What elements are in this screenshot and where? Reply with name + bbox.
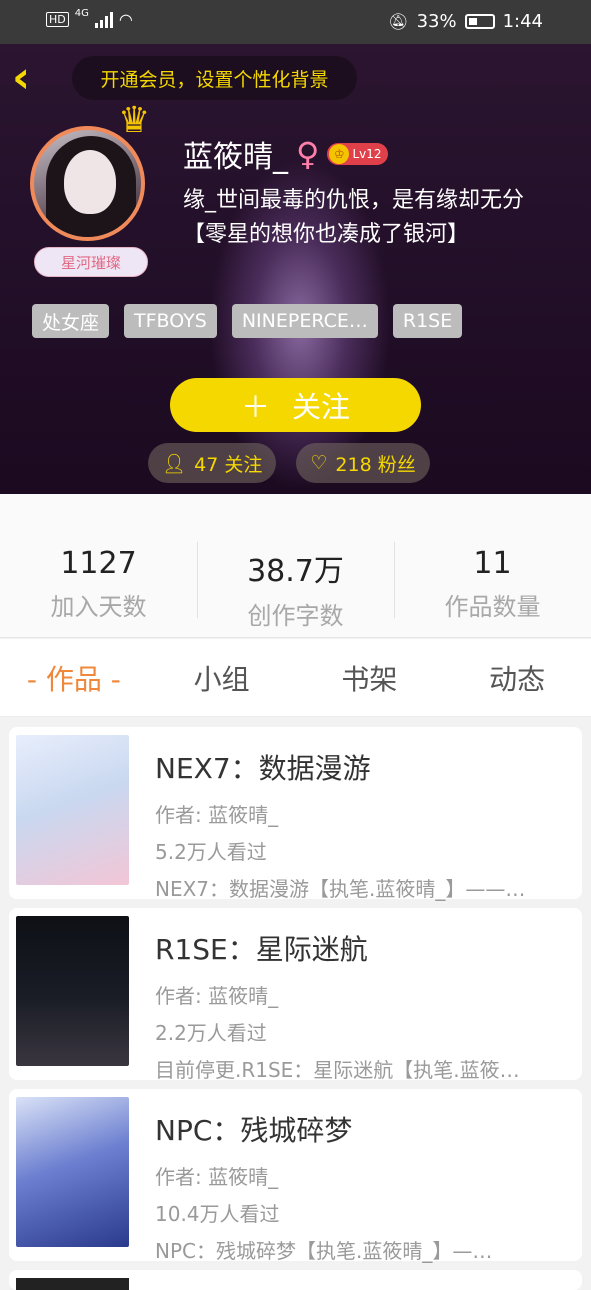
4g-icon: 4G [74, 8, 89, 19]
stat-value: 38.7万 [247, 554, 344, 589]
work-cover-image [16, 1097, 129, 1247]
stat-join-days: 1127 加入天数 [0, 494, 197, 637]
work-card[interactable]: R1SE：星际迷航 作者: 蓝筱晴_ 2.2万人看过 目前停更.R1SE：星际迷… [9, 908, 582, 1082]
signature-line-1: 缘_世间最毒的仇恨，是有缘却无分 [183, 188, 525, 213]
work-cover-image [16, 916, 129, 1066]
stats-row: 1127 加入天数 38.7万 创作字数 11 作品数量 [0, 494, 591, 638]
signature-line-2: 【零星的想你也凑成了银河】 [183, 222, 470, 247]
mute-icon: 🔕︎ [388, 12, 409, 31]
level-text: Lv12 [352, 147, 382, 161]
stat-label: 创作字数 [247, 602, 344, 630]
wifi-icon: ◠ [118, 10, 133, 29]
user-plus-icon: 👤︎ [162, 452, 187, 475]
plus-icon: ＋ [240, 390, 270, 424]
clock: 1:44 [502, 11, 543, 32]
work-cover-image [16, 735, 129, 885]
following-count: 47 关注 [194, 453, 263, 476]
work-views: 2.2万人看过 [155, 1021, 267, 1045]
stat-works-count: 11 作品数量 [394, 494, 591, 637]
crown-medal-icon: ♔ [329, 144, 350, 164]
fans-button[interactable]: ♡ 218 粉丝 [296, 443, 430, 483]
work-card[interactable]: NEX7：数据漫游 作者: 蓝筱晴_ 5.2万人看过 NEX7：数据漫游【执笔.… [9, 727, 582, 901]
battery-percent: 33% [416, 11, 457, 32]
works-list: NEX7：数据漫游 作者: 蓝筱晴_ 5.2万人看过 NEX7：数据漫游【执笔.… [0, 718, 591, 1290]
work-views: 10.4万人看过 [155, 1202, 280, 1226]
status-bar: HD 4G ◠ 🔕︎ 33% 1:44 [0, 0, 591, 44]
work-author: 作者: 蓝筱晴_ [155, 1165, 279, 1189]
tag-tfboys[interactable]: TFBOYS [124, 304, 217, 338]
work-title: NPC：残城碎梦 [155, 1114, 353, 1147]
work-summary: NPC：残城碎梦【执笔.蓝筱晴_】—… [155, 1239, 493, 1263]
hd-icon: HD [46, 12, 69, 27]
work-title: NEX7：数据漫游 [155, 752, 371, 785]
work-views: 5.2万人看过 [155, 840, 267, 864]
signature: 缘_世间最毒的仇恨，是有缘却无分 【零星的想你也凑成了银河】 [183, 184, 583, 252]
battery-icon [464, 14, 495, 29]
tag-r1se[interactable]: R1SE [392, 304, 463, 338]
work-title: R1SE：星际迷航 [155, 933, 368, 966]
stat-value: 11 [473, 546, 512, 581]
follow-label: 关注 [292, 390, 351, 424]
tab-works[interactable]: - 作品 - [0, 639, 148, 716]
signal-icon [94, 11, 113, 28]
stat-word-count: 38.7万 创作字数 [197, 494, 394, 637]
interest-tags: 处女座 TFBOYS NINEPERCE… R1SE [32, 304, 463, 338]
crown-icon: ♛ [118, 100, 151, 141]
work-card-partial[interactable] [9, 1270, 582, 1290]
work-author: 作者: 蓝筱晴_ [155, 803, 279, 827]
level-badge: ♔ Lv12 [327, 143, 388, 165]
avatar-badge: 星河璀璨 [34, 247, 148, 277]
tab-groups[interactable]: 小组 [148, 639, 296, 716]
tab-activity[interactable]: 动态 [443, 639, 591, 716]
follow-button[interactable]: ＋ 关注 [170, 378, 421, 432]
female-icon: ♀ [296, 135, 320, 173]
back-icon[interactable]: ‹ [12, 56, 48, 100]
heart-icon: ♡ [310, 452, 328, 474]
following-button[interactable]: 👤︎ 47 关注 [148, 443, 277, 483]
work-author: 作者: 蓝筱晴_ [155, 984, 279, 1008]
fans-count: 218 粉丝 [335, 453, 416, 476]
tag-ninepercent[interactable]: NINEPERCE… [231, 304, 378, 338]
stat-label: 加入天数 [50, 593, 147, 621]
avatar[interactable] [30, 126, 145, 241]
profile-header: ‹ 开通会员，设置个性化背景 ♛ 星河璀璨 蓝筱晴_ ♀ ♔ Lv12 缘_世间… [0, 44, 591, 494]
work-summary: NEX7：数据漫游【执笔.蓝筱晴_】——… [155, 877, 526, 901]
stat-label: 作品数量 [444, 593, 541, 621]
vip-background-prompt[interactable]: 开通会员，设置个性化背景 [72, 56, 357, 100]
stat-value: 1127 [60, 546, 137, 581]
tab-bookshelf[interactable]: 书架 [296, 639, 444, 716]
username-row: 蓝筱晴_ ♀ ♔ Lv12 [183, 132, 388, 176]
work-summary: 目前停更.R1SE：星际迷航【执笔.蓝筱… [155, 1058, 520, 1082]
tab-bar: - 作品 - 小组 书架 动态 [0, 639, 591, 717]
tag-zodiac[interactable]: 处女座 [32, 304, 110, 338]
social-counts: 👤︎ 47 关注 ♡ 218 粉丝 [148, 443, 430, 483]
avatar-face [64, 150, 116, 214]
username: 蓝筱晴_ [183, 140, 288, 175]
work-card[interactable]: NPC：残城碎梦 作者: 蓝筱晴_ 10.4万人看过 NPC：残城碎梦【执笔.蓝… [9, 1089, 582, 1263]
